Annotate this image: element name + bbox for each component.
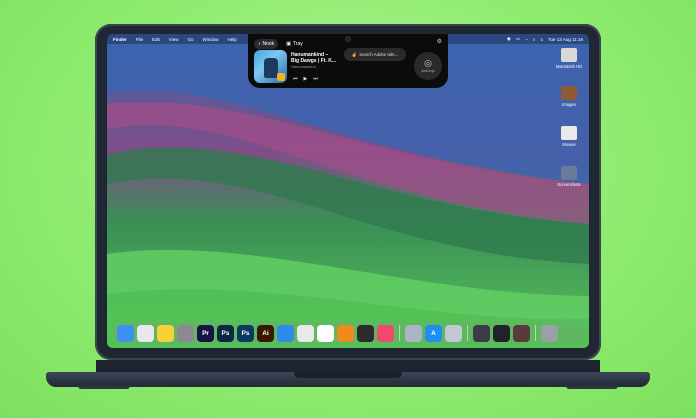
dock-app-photoshop[interactable]: Ps xyxy=(217,324,234,342)
control-center-icon[interactable]: ≡ xyxy=(540,37,543,42)
status-icon[interactable]: ◉ xyxy=(507,36,511,42)
now-playing-info: Hanumankind – Big Dawgs | Ft. K... Hanum… xyxy=(291,52,343,70)
track-artist: Hanumankind xyxy=(291,64,316,69)
folder-thumbnail-icon xyxy=(561,86,577,100)
desktop-icon-label: Movies xyxy=(562,142,576,147)
menu-view[interactable]: View xyxy=(169,37,179,42)
menu-help[interactable]: Help xyxy=(228,37,237,42)
dock-app-image-capture[interactable] xyxy=(445,324,462,342)
dock-separator xyxy=(535,325,536,341)
desktop-icon-label: Images xyxy=(562,102,576,107)
wifi-icon[interactable]: ◔ xyxy=(525,37,528,42)
tab-nook[interactable]: ♪ Nook xyxy=(254,39,279,49)
dock-app-safari[interactable] xyxy=(277,324,294,342)
laptop-foot-left xyxy=(78,386,130,389)
airdrop-search-label: Search Adobe tahr... xyxy=(359,52,399,57)
airdrop-icon: ◎ xyxy=(424,58,432,68)
tab-tray[interactable]: ▣ Tray xyxy=(282,39,307,49)
camera-icon xyxy=(346,37,350,41)
dock-app-notes[interactable] xyxy=(157,324,174,342)
dock-app-minimized-2[interactable] xyxy=(493,324,510,342)
dock-separator xyxy=(467,325,468,341)
dock-app-app-store[interactable]: A xyxy=(425,324,442,342)
dock-app-trash[interactable] xyxy=(541,324,558,342)
laptop-foot-right xyxy=(566,386,618,389)
dock-app-minimized-1[interactable] xyxy=(473,324,490,342)
menu-file[interactable]: File xyxy=(136,37,143,42)
dock-app-illustrator[interactable]: Ai xyxy=(257,324,274,342)
menu-clock[interactable]: Tue 13 Aug 11:16 xyxy=(548,37,583,42)
dock-app-slack[interactable] xyxy=(317,324,334,342)
battery-icon[interactable]: ▭ xyxy=(516,36,520,42)
app-badge-icon xyxy=(277,73,285,81)
menu-go[interactable]: Go xyxy=(187,37,193,42)
dock-app-launchpad[interactable] xyxy=(137,324,154,342)
dock-app-preview[interactable] xyxy=(405,324,422,342)
laptop-notch xyxy=(294,372,402,378)
airdrop-label: AirDrop xyxy=(421,68,435,73)
gear-icon[interactable]: ⚙ xyxy=(437,38,442,45)
previous-track-icon[interactable]: ⏮ xyxy=(293,76,298,82)
dock-app-creative-cloud[interactable] xyxy=(377,324,394,342)
tray-icon: ▣ xyxy=(286,41,291,47)
search-icon[interactable]: ⌕ xyxy=(533,37,536,42)
music-note-icon: ♪ xyxy=(258,41,261,47)
menu-window[interactable]: Window xyxy=(203,37,219,42)
airdrop-search-button[interactable]: ☝ Search Adobe tahr... xyxy=(344,48,406,61)
dock-app-system-settings[interactable] xyxy=(177,324,194,342)
dock: Pr Ps Ps Ai A xyxy=(113,322,585,344)
tab-tray-label: Tray xyxy=(292,41,303,47)
dock-app-premiere-pro[interactable]: Pr xyxy=(197,324,214,342)
desktop-icon-images[interactable]: Images xyxy=(551,86,587,107)
menu-edit[interactable]: Edit xyxy=(152,37,160,42)
dock-separator xyxy=(399,325,400,341)
desktop-icon-label: Macintosh HD xyxy=(555,64,583,69)
airdrop-button[interactable]: ◎ AirDrop xyxy=(414,52,442,80)
dock-app-vlc[interactable] xyxy=(337,324,354,342)
menu-finder[interactable]: Finder xyxy=(113,37,127,42)
tab-nook-label: Nook xyxy=(262,41,275,47)
desktop-screen: Finder File Edit View Go Window Help ◉ ▭… xyxy=(107,34,589,348)
dock-app-minimized-3[interactable] xyxy=(513,324,530,342)
play-icon[interactable]: ▶ xyxy=(304,76,308,82)
next-track-icon[interactable]: ⏭ xyxy=(313,76,318,82)
hand-icon: ☝ xyxy=(351,51,358,57)
dock-app-chrome[interactable] xyxy=(297,324,314,342)
dock-app-photoshop-beta[interactable]: Ps xyxy=(237,324,254,342)
hard-drive-icon xyxy=(561,48,577,62)
dock-app-final-cut-pro[interactable] xyxy=(357,324,374,342)
desktop-icon-label: Screenshots xyxy=(557,182,581,187)
desktop-icon-movies[interactable]: Movies xyxy=(551,126,587,147)
album-art[interactable] xyxy=(254,50,287,83)
folder-thumbnail-icon xyxy=(561,126,577,140)
notch-media-panel: ♪ Nook ▣ Tray ⚙ Hanumankind – Big Dawgs … xyxy=(248,34,448,88)
desktop-icon-macintosh-hd[interactable]: Macintosh HD xyxy=(551,48,587,69)
desktop-icon-screenshots[interactable]: Screenshots xyxy=(551,166,587,187)
dock-app-finder[interactable] xyxy=(117,324,134,342)
playback-controls: ⏮ ▶ ⏭ xyxy=(293,76,318,82)
folder-thumbnail-icon xyxy=(561,166,577,180)
